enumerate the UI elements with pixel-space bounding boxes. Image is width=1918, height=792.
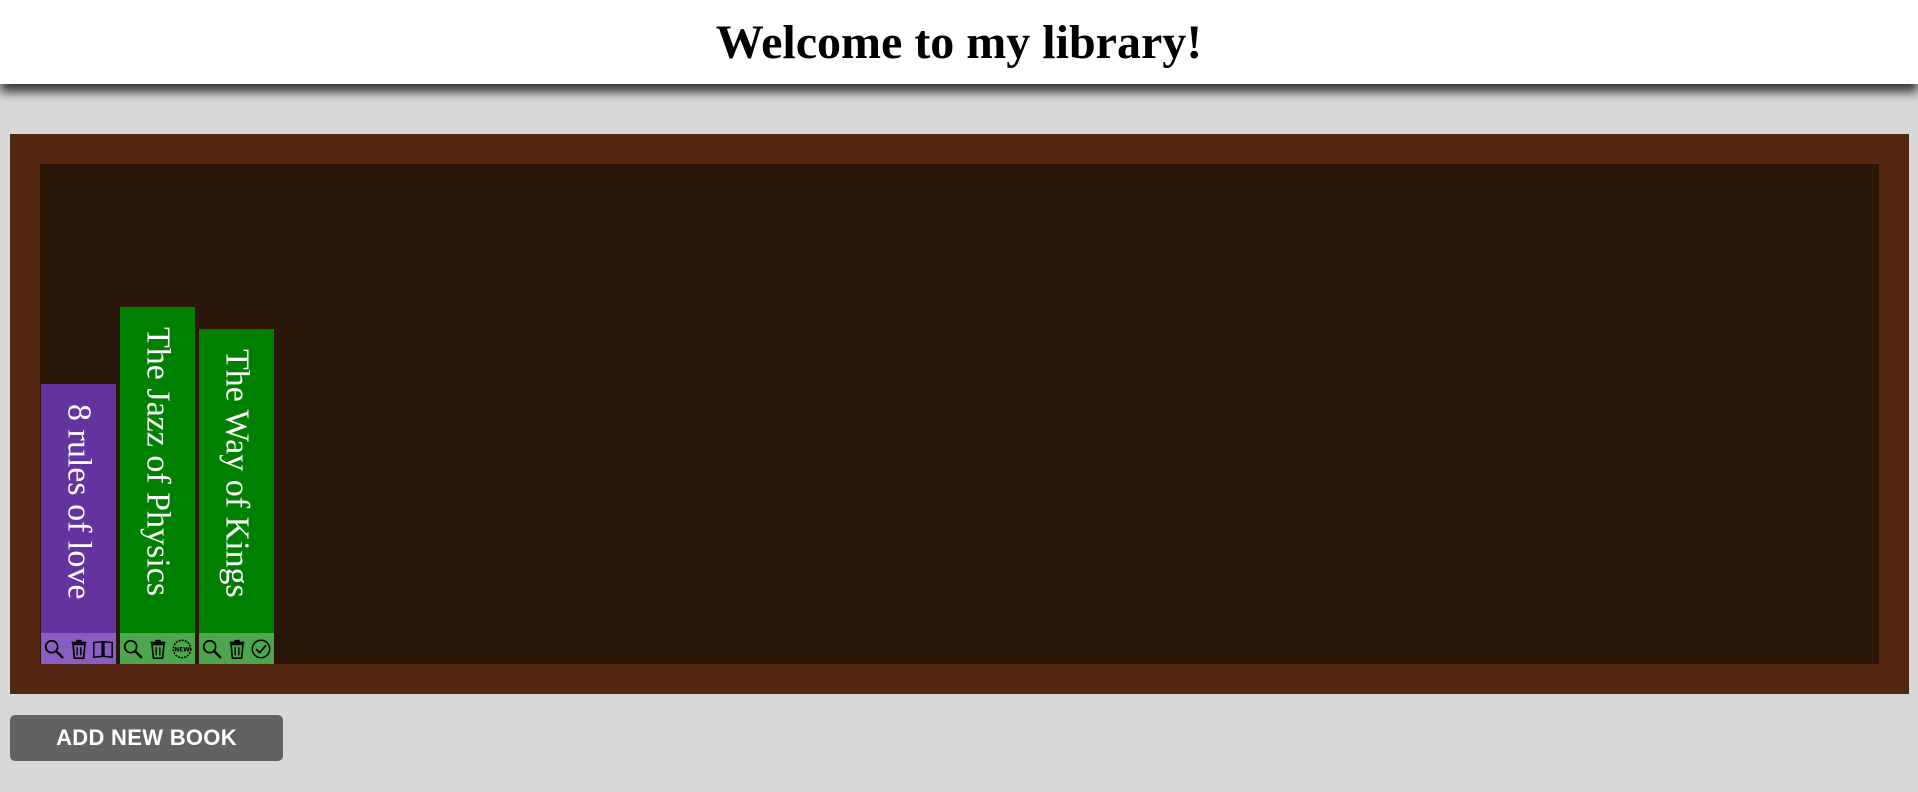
view-details-button[interactable] — [42, 637, 66, 661]
new-badge-label: NEW — [174, 646, 190, 653]
view-details-button[interactable] — [121, 637, 145, 661]
new-badge-icon: NEW — [171, 638, 193, 660]
add-new-book-button[interactable]: ADD NEW BOOK — [10, 715, 283, 761]
book-actions: NEW — [120, 633, 195, 664]
mark-reading-button[interactable] — [91, 637, 115, 661]
book-actions — [41, 633, 116, 664]
delete-book-button[interactable] — [146, 637, 170, 661]
book-spine: The Jazz of Physics — [120, 307, 195, 633]
bookshelf-frame: 8 rules of love The Jazz of Physics NEW The… — [10, 134, 1909, 694]
header: Welcome to my library! — [0, 0, 1918, 84]
trash-icon — [68, 638, 90, 660]
book: The Way of Kings — [199, 329, 274, 664]
book: 8 rules of love — [41, 384, 116, 664]
page: Welcome to my library! 8 rules of love Th… — [0, 0, 1918, 792]
delete-book-button[interactable] — [67, 637, 91, 661]
book-title: 8 rules of love — [60, 404, 98, 600]
mark-new-button[interactable]: NEW — [170, 637, 194, 661]
book-spine: The Way of Kings — [199, 329, 274, 633]
delete-book-button[interactable] — [225, 637, 249, 661]
mark-read-button[interactable] — [249, 637, 273, 661]
view-details-button[interactable] — [200, 637, 224, 661]
page-title: Welcome to my library! — [715, 16, 1203, 69]
book-title: The Jazz of Physics — [139, 327, 177, 597]
book-spine: 8 rules of love — [41, 384, 116, 633]
search-icon — [43, 638, 65, 660]
book-title: The Way of Kings — [218, 349, 256, 598]
search-icon — [201, 638, 223, 660]
bookshelf: 8 rules of love The Jazz of Physics NEW The… — [40, 164, 1879, 664]
book-actions — [199, 633, 274, 664]
book: The Jazz of Physics NEW — [120, 307, 195, 664]
search-icon — [122, 638, 144, 660]
check-circle-icon — [250, 638, 272, 660]
open-book-icon — [92, 638, 114, 660]
trash-icon — [147, 638, 169, 660]
book-list: 8 rules of love The Jazz of Physics NEW The… — [41, 164, 274, 664]
trash-icon — [226, 638, 248, 660]
